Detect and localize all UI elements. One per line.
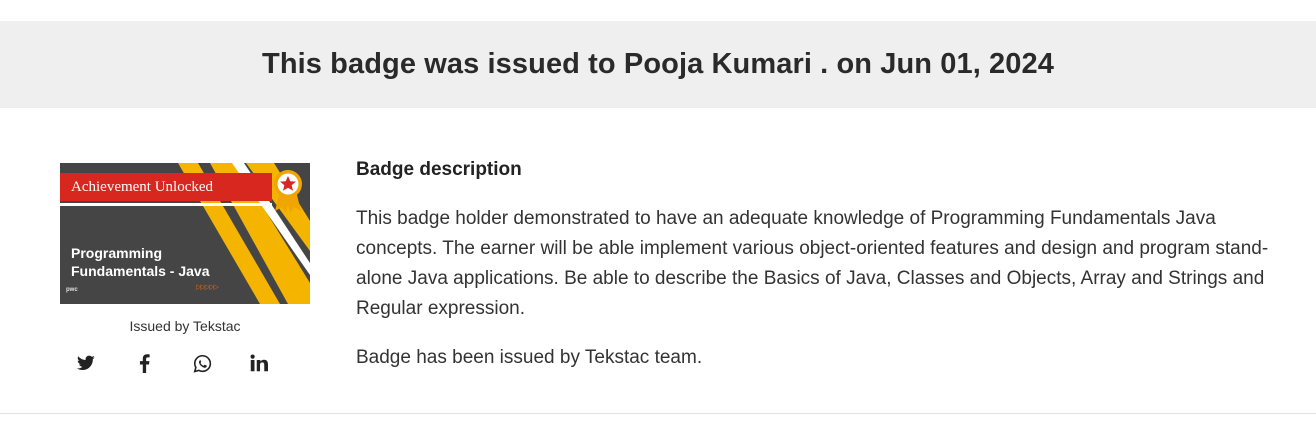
twitter-icon [77,355,95,370]
facebook-share-button[interactable] [134,353,154,373]
badge-title: Programming Fundamentals - Java [71,244,210,280]
bottom-divider [0,413,1316,414]
badge-title-line1: Programming [71,245,163,261]
chevron-arrows-icon: ▷▷▷▷▷ [196,283,219,291]
linkedin-share-button[interactable] [249,353,269,373]
whatsapp-icon [193,354,211,373]
badge-description-section: Badge description This badge holder demo… [356,158,1276,373]
badge-column: Achievement Unlocked Programming Fundame… [60,163,310,373]
badge-issued-note: Badge has been issued by Tekstac team. [356,347,703,368]
share-buttons [60,353,310,373]
badge-description-body: This badge holder demonstrated to have a… [356,208,1269,319]
pwc-logo: pwc [66,287,78,293]
issued-banner-text: This badge was issued to Pooja Kumari . … [262,48,1054,80]
issued-banner: This badge was issued to Pooja Kumari . … [0,21,1316,108]
twitter-share-button[interactable] [76,353,96,373]
linkedin-icon [250,354,268,372]
achievement-ribbon: Achievement Unlocked [60,173,272,201]
issued-by-label: Issued by Tekstac [129,318,241,334]
facebook-icon [139,353,150,373]
badge-description-heading: Badge description [356,159,522,180]
award-medal-icon [274,170,302,213]
badge-title-line2: Fundamentals - Java [71,263,210,279]
badge-image: Achievement Unlocked Programming Fundame… [60,163,310,304]
achievement-ribbon-text: Achievement Unlocked [71,178,214,195]
whatsapp-share-button[interactable] [192,353,212,373]
